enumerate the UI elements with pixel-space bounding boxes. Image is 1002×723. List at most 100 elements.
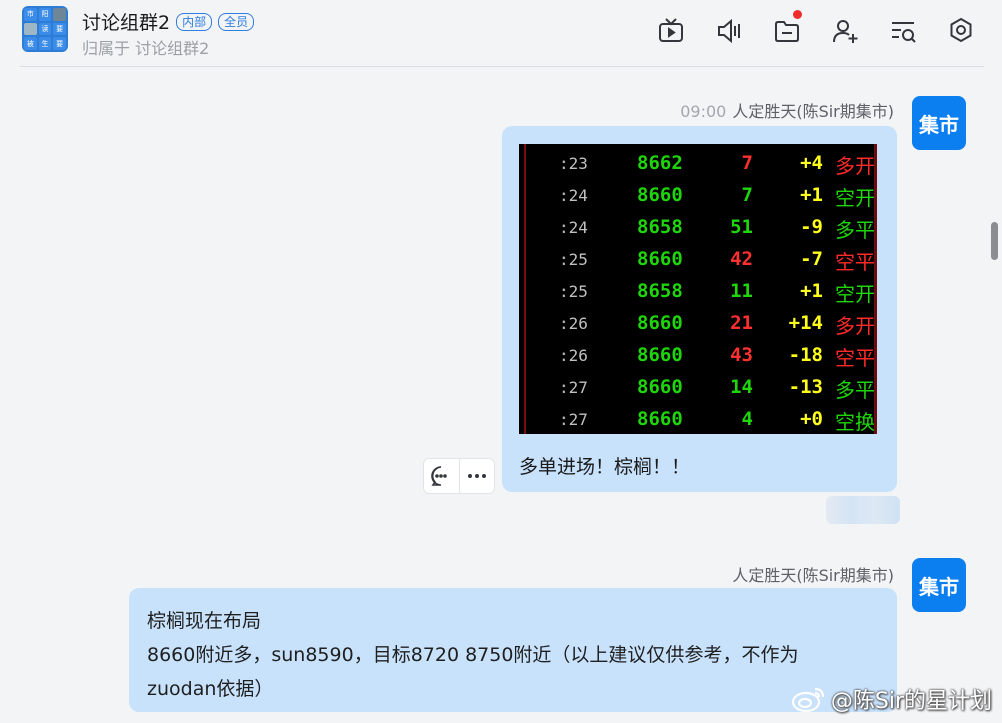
sender-name[interactable]: 人定胜天(陈Sir期集市) xyxy=(732,102,894,121)
trade-row: :27 8660 14 -13 多平 xyxy=(519,370,877,402)
trade-volume: 51 xyxy=(730,216,753,238)
avatar-cell: 被 xyxy=(24,37,37,50)
trade-change: -9 xyxy=(800,216,823,238)
trade-change: +1 xyxy=(800,184,823,206)
trade-change: -13 xyxy=(788,376,823,398)
trade-volume: 42 xyxy=(730,248,753,270)
group-avatar[interactable]: 市 阳 读 要 被 生 要 xyxy=(22,6,68,52)
trade-volume: 7 xyxy=(741,152,753,174)
message-bubble[interactable]: :23 8662 7 +4 多开:24 8660 7 +1 空开:24 8658 51 -9 多平:25… xyxy=(502,126,897,492)
trade-row: :24 8658 51 -9 多平 xyxy=(519,210,877,242)
trade-type: 空开 xyxy=(835,282,875,306)
speaker-icon xyxy=(718,18,740,44)
message-line: 8660附近多，sun8590，目标8720 8750附近（以上建议仅供参考，不… xyxy=(147,644,799,666)
trade-row: :25 8660 42 -7 空平 xyxy=(519,242,877,274)
trade-price: 8660 xyxy=(637,184,683,206)
trade-change: -18 xyxy=(788,344,823,366)
header-divider xyxy=(20,66,984,67)
group-subtitle: 归属于 讨论组群2 xyxy=(82,39,210,58)
trade-price: 8660 xyxy=(637,376,683,398)
trade-time: :27 xyxy=(559,410,588,429)
trade-type: 多开 xyxy=(835,154,875,178)
tag-all-members: 全员 xyxy=(218,12,255,31)
message-bubble[interactable]: 棕榈现在布局 8660附近多，sun8590，目标8720 8750附近（以上建… xyxy=(129,588,897,712)
trade-row: :27 8660 4 +0 空换 xyxy=(519,402,877,434)
more-icon xyxy=(467,474,486,478)
trade-type: 空开 xyxy=(835,186,875,210)
voice-button[interactable] xyxy=(712,14,746,48)
reply-button[interactable] xyxy=(424,459,459,493)
read-status-blurred xyxy=(826,496,900,524)
trade-type: 多平 xyxy=(835,378,875,402)
trade-price: 8662 xyxy=(637,152,683,174)
sender-avatar[interactable]: 集市 xyxy=(912,96,966,150)
scrollbar-thumb[interactable] xyxy=(991,222,998,260)
trade-time: :24 xyxy=(559,218,588,237)
trade-volume: 7 xyxy=(741,184,753,206)
files-button[interactable] xyxy=(770,10,804,48)
add-member-icon xyxy=(833,20,858,43)
trade-change: -7 xyxy=(800,248,823,270)
group-title-row: 讨论组群2 内部 全员 xyxy=(82,8,255,35)
avatar-cell: 要 xyxy=(53,22,66,36)
trade-time: :27 xyxy=(559,378,588,397)
avatar-cell xyxy=(53,8,66,21)
settings-button[interactable] xyxy=(944,14,978,48)
header-toolbar xyxy=(654,10,978,48)
avatar-cell: 生 xyxy=(38,37,52,50)
avatar-cell: 阳 xyxy=(38,8,52,21)
sender-name[interactable]: 人定胜天(陈Sir期集市) xyxy=(732,566,894,585)
trade-row: :23 8662 7 +4 多开 xyxy=(519,146,877,178)
trade-ticks-image[interactable]: :23 8662 7 +4 多开:24 8660 7 +1 空开:24 8658 51 -9 多平:25… xyxy=(519,144,877,434)
trade-type: 空平 xyxy=(835,250,875,274)
trade-type: 多开 xyxy=(835,314,875,338)
more-button[interactable] xyxy=(459,459,494,493)
trade-volume: 4 xyxy=(741,408,753,430)
trade-row: :25 8658 11 +1 空开 xyxy=(519,274,877,306)
tv-button[interactable] xyxy=(654,14,688,48)
group-title[interactable]: 讨论组群2 xyxy=(82,8,170,35)
add-member-button[interactable] xyxy=(828,14,862,48)
chat-header: 市 阳 读 要 被 生 要 讨论组群2 内部 全员 归属于 讨论组群2 xyxy=(0,0,1002,66)
message-line: 棕榈现在布局 xyxy=(147,610,262,632)
trade-volume: 14 xyxy=(730,376,753,398)
avatar-cell: 要 xyxy=(53,37,66,50)
trade-type: 多平 xyxy=(835,218,875,242)
comment-icon xyxy=(431,466,448,486)
watermark: @陈Sir的星计划 xyxy=(791,683,992,715)
trade-price: 8660 xyxy=(637,344,683,366)
trade-change: +4 xyxy=(800,152,823,174)
trade-time: :24 xyxy=(559,186,588,205)
avatar-cell xyxy=(24,22,37,36)
message-time: 09:00 xyxy=(680,102,727,121)
message-meta: 人定胜天(陈Sir期集市) xyxy=(732,562,894,586)
trade-row: :26 8660 43 -18 空平 xyxy=(519,338,877,370)
trade-price: 8658 xyxy=(637,280,683,302)
notification-dot xyxy=(793,10,802,19)
trade-price: 8660 xyxy=(637,312,683,334)
trade-price: 8658 xyxy=(637,216,683,238)
message-actions xyxy=(423,458,495,494)
message-meta: 09:00 人定胜天(陈Sir期集市) xyxy=(680,98,894,122)
trade-row: :24 8660 7 +1 空开 xyxy=(519,178,877,210)
trade-time: :26 xyxy=(559,314,588,333)
trade-volume: 21 xyxy=(730,312,753,334)
trade-change: +14 xyxy=(788,312,823,334)
folder-icon xyxy=(775,21,799,42)
tag-internal: 内部 xyxy=(176,12,213,31)
avatar-cell: 读 xyxy=(38,22,52,36)
trade-time: :26 xyxy=(559,346,588,365)
sender-avatar[interactable]: 集市 xyxy=(912,558,966,612)
search-list-icon xyxy=(892,22,916,43)
trade-price: 8660 xyxy=(637,408,683,430)
trade-type: 空换 xyxy=(835,410,875,434)
trade-time: :25 xyxy=(559,282,588,301)
trade-volume: 43 xyxy=(730,344,753,366)
search-history-button[interactable] xyxy=(886,14,920,48)
tv-icon xyxy=(659,18,683,42)
avatar-cell: 市 xyxy=(24,8,37,21)
weibo-logo-icon xyxy=(791,687,824,713)
trade-time: :25 xyxy=(559,250,588,269)
trade-price: 8660 xyxy=(637,248,683,270)
watermark-text: @陈Sir的星计划 xyxy=(830,689,992,714)
